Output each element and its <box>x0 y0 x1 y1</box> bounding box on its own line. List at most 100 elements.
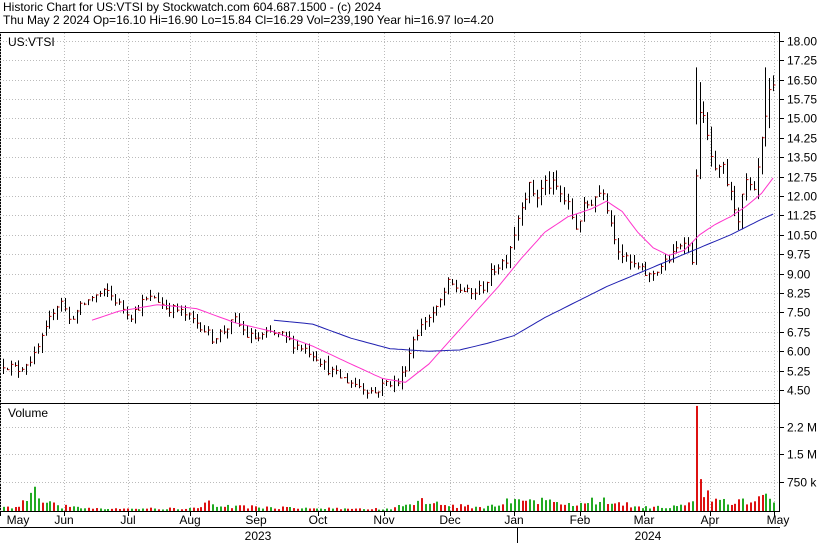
volume-bar <box>680 504 682 511</box>
volume-bar <box>479 507 481 511</box>
price-tick-label: 6.75 <box>787 326 811 340</box>
month-tick-label: Nov <box>373 513 394 527</box>
volume-bar <box>626 502 628 511</box>
volume-bar <box>355 508 357 511</box>
volume-bar <box>584 503 586 511</box>
price-tick-label: 10.50 <box>787 229 817 243</box>
volume-bar <box>688 502 690 511</box>
volume-bar <box>11 508 13 511</box>
price-tick-label: 15.00 <box>787 112 817 126</box>
volume-bar <box>181 509 183 511</box>
volume-bar <box>328 507 330 511</box>
volume-bar <box>177 509 179 511</box>
volume-bar <box>197 508 199 511</box>
volume-bar <box>375 508 377 511</box>
year-label: 2024 <box>635 529 662 543</box>
volume-bar <box>301 508 303 511</box>
volume-bar <box>436 501 438 511</box>
volume-bar <box>692 501 694 511</box>
volume-bar <box>642 508 644 511</box>
volume-bar <box>398 505 400 511</box>
volume-bar <box>645 506 647 511</box>
volume-bar <box>305 507 307 511</box>
price-tick-label: 9.00 <box>787 268 811 282</box>
volume-bar <box>440 504 442 511</box>
volume-bar <box>73 506 75 511</box>
volume-bar <box>715 498 717 511</box>
year-axis: 2023 2024 <box>245 527 662 543</box>
volume-bar <box>673 505 675 511</box>
volume-bar <box>707 490 709 511</box>
volume-bar <box>587 503 589 511</box>
volume-bar <box>193 507 195 511</box>
volume-bar <box>216 506 218 511</box>
volume-bar <box>22 500 24 511</box>
price-tick-label: 18.00 <box>787 35 817 49</box>
volume-bar <box>359 508 361 511</box>
volume-bar <box>572 506 574 511</box>
volume-bar <box>568 503 570 511</box>
volume-bar <box>371 509 373 511</box>
price-tick-label: 16.50 <box>787 74 817 88</box>
volume-bar <box>3 506 5 511</box>
volume-bar <box>289 507 291 511</box>
volume-bar <box>154 508 156 511</box>
volume-tick-label: 750 k <box>787 476 817 490</box>
volume-bar <box>758 496 760 511</box>
volume-bar <box>347 508 349 511</box>
volume-bar <box>409 504 411 511</box>
volume-bar <box>452 504 454 511</box>
volume-bar <box>475 506 477 511</box>
volume-bar <box>351 508 353 511</box>
volume-bar <box>363 509 365 511</box>
volume-bar <box>340 509 342 511</box>
volume-bar <box>464 506 466 511</box>
volume-bar <box>711 501 713 511</box>
volume-bar <box>618 502 620 511</box>
volume-bar <box>591 497 593 511</box>
volume-bar <box>324 508 326 511</box>
volume-bar <box>553 502 555 511</box>
month-tick-label: Oct <box>309 513 328 527</box>
volume-bar <box>734 503 736 511</box>
volume-bar <box>15 507 17 511</box>
volume-bar <box>750 502 752 511</box>
volume-bar <box>549 499 551 511</box>
month-tick-label: Jul <box>120 513 135 527</box>
volume-bar <box>204 502 206 511</box>
volume-bar <box>166 509 168 511</box>
month-tick-label: Aug <box>179 513 200 527</box>
volume-bar <box>270 507 272 511</box>
volume-bar <box>255 506 257 511</box>
volume-bar <box>742 498 744 511</box>
volume-bar <box>135 508 137 511</box>
volume-bar <box>405 504 407 511</box>
volume-bar <box>533 500 535 511</box>
price-tick-label: 7.50 <box>787 306 811 320</box>
volume-bar <box>460 504 462 511</box>
volume-bar <box>514 499 516 511</box>
price-panel-title: US:VTSI <box>8 35 55 49</box>
volume-bar <box>169 507 171 511</box>
volume-bar <box>502 504 504 511</box>
month-tick-label: May <box>767 513 790 527</box>
chart-frame <box>0 32 780 512</box>
volume-bar <box>26 501 28 511</box>
volume-bar <box>185 508 187 511</box>
volume-bar <box>100 508 102 511</box>
volume-bar <box>471 508 473 511</box>
volume-axis: 2.2 M 1.5 M 750 k <box>780 421 817 490</box>
volume-bar <box>614 503 616 511</box>
volume-bar <box>336 507 338 511</box>
volume-bar <box>173 507 175 511</box>
volume-bar <box>529 499 531 511</box>
volume-bar <box>84 508 86 511</box>
volume-bar <box>80 508 82 511</box>
volume-bar <box>378 509 380 511</box>
volume-bar <box>425 504 427 511</box>
volume-bar <box>127 508 129 511</box>
volume-bar <box>162 509 164 511</box>
volume-bar <box>111 508 113 511</box>
volume-bar <box>595 504 597 511</box>
volume-bar <box>30 492 32 511</box>
